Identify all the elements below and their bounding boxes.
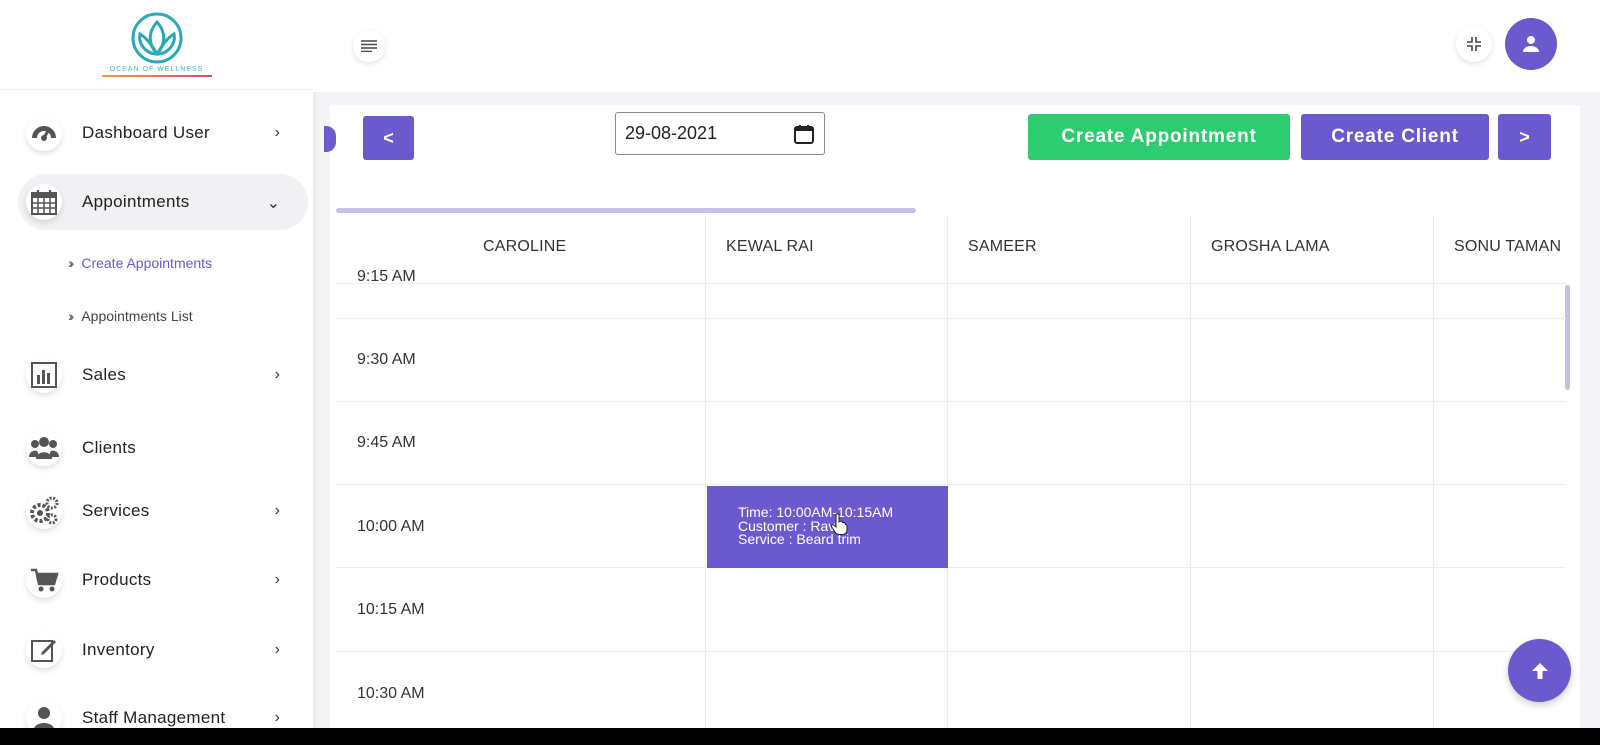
user-avatar-button[interactable] bbox=[1505, 18, 1557, 70]
time-slot-label: 10:15 AM bbox=[357, 601, 425, 618]
user-icon bbox=[1523, 36, 1539, 52]
staff-column-header: GROSHA LAMA bbox=[1211, 238, 1330, 255]
staff-column-header: KEWAL RAI bbox=[726, 238, 814, 255]
chevron-down-icon: ⌄ bbox=[266, 195, 280, 212]
horizontal-scrollbar[interactable] bbox=[336, 208, 916, 213]
sidebar-item-label: Inventory bbox=[82, 640, 155, 659]
prev-day-button[interactable]: < bbox=[363, 116, 414, 160]
double-chevron-icon: ›› bbox=[68, 255, 75, 271]
slot-divider bbox=[336, 484, 1566, 485]
calendar-icon[interactable] bbox=[794, 124, 814, 144]
sidebar-item-label: Services bbox=[82, 501, 150, 520]
bottom-bar bbox=[0, 728, 1600, 745]
brand-name: OCEAN OF WELLNESS bbox=[109, 66, 204, 73]
time-slot-label: 9:15 AM bbox=[357, 268, 416, 285]
slot-divider bbox=[336, 283, 1566, 284]
arrow-up-icon bbox=[1531, 662, 1548, 679]
sidebar: OCEAN OF WELLNESS Dashboard User › Appoi… bbox=[0, 0, 313, 736]
time-slot-label: 9:45 AM bbox=[357, 434, 416, 451]
sidebar-subitem-label: Create Appointments bbox=[81, 255, 213, 271]
scroll-to-top-button[interactable] bbox=[1508, 639, 1571, 702]
sidebar-subitem-label: Appointments List bbox=[81, 308, 193, 324]
staff-column-header: CAROLINE bbox=[483, 238, 567, 255]
double-chevron-icon: ›› bbox=[68, 308, 75, 324]
sidebar-subitem-create-appointments[interactable]: ›› Create Appointments bbox=[68, 255, 212, 271]
gears-icon bbox=[26, 493, 62, 529]
appointment-event[interactable]: Time: 10:00AM-10:15AM Customer : Ravi Se… bbox=[707, 486, 948, 568]
create-client-button[interactable]: Create Client bbox=[1301, 114, 1489, 160]
chevron-right-icon: › bbox=[274, 641, 280, 658]
sidebar-item-dashboard-user[interactable]: Dashboard User › bbox=[18, 105, 308, 161]
sidebar-item-label: Products bbox=[82, 570, 152, 589]
lotus-logo-icon bbox=[131, 12, 182, 64]
chevron-right-icon: › bbox=[274, 571, 280, 588]
fullscreen-exit-button[interactable] bbox=[1456, 26, 1492, 62]
sidebar-item-label: Clients bbox=[82, 438, 137, 457]
chevron-right-icon: › bbox=[274, 124, 280, 141]
chevron-right-icon: › bbox=[274, 709, 280, 726]
next-day-button[interactable]: > bbox=[1498, 114, 1551, 160]
time-slot-label: 10:30 AM bbox=[357, 685, 425, 702]
sidebar-item-appointments[interactable]: Appointments ⌄ bbox=[18, 174, 308, 230]
calendar-icon bbox=[26, 184, 62, 220]
cart-icon bbox=[26, 562, 62, 598]
time-slot-label: 10:00 AM bbox=[357, 518, 425, 535]
appointment-service: Service : Beard trim bbox=[738, 531, 861, 547]
slot-divider bbox=[336, 401, 1566, 402]
app-root: OCEAN OF WELLNESS Dashboard User › Appoi… bbox=[0, 0, 1600, 745]
calendar-panel: < 29-08-2021 Create Appointment Create C… bbox=[324, 105, 1580, 728]
chevron-right-icon: › bbox=[274, 502, 280, 519]
edit-icon bbox=[26, 632, 62, 668]
vertical-scrollbar[interactable] bbox=[1565, 285, 1570, 390]
users-icon bbox=[26, 430, 62, 466]
sidebar-item-inventory[interactable]: Inventory › bbox=[18, 622, 308, 678]
date-field[interactable]: 29-08-2021 bbox=[615, 112, 825, 155]
sidebar-item-label: Staff Management bbox=[82, 708, 226, 727]
brand-underline bbox=[101, 75, 212, 77]
chevron-right-icon: › bbox=[274, 366, 280, 383]
panel-edge-handle bbox=[324, 126, 336, 152]
mouse-pointer-icon bbox=[830, 513, 848, 535]
sidebar-item-label: Sales bbox=[82, 365, 127, 384]
menu-icon bbox=[361, 40, 377, 52]
sidebar-subitem-appointments-list[interactable]: ›› Appointments List bbox=[68, 308, 193, 324]
create-appointment-button[interactable]: Create Appointment bbox=[1028, 114, 1290, 160]
date-value: 29-08-2021 bbox=[625, 123, 718, 143]
sidebar-item-clients[interactable]: Clients bbox=[18, 420, 308, 476]
topbar bbox=[313, 0, 1600, 92]
slot-divider bbox=[336, 318, 1566, 319]
dashboard-icon bbox=[26, 115, 62, 151]
staff-column-header: SONU TAMAN bbox=[1454, 238, 1562, 255]
time-slot-label: 9:30 AM bbox=[357, 351, 416, 368]
slot-divider bbox=[336, 651, 1566, 652]
menu-toggle-button[interactable] bbox=[353, 30, 385, 62]
sidebar-item-products[interactable]: Products › bbox=[18, 552, 308, 608]
sidebar-item-services[interactable]: Services › bbox=[18, 483, 308, 539]
sidebar-item-label: Appointments bbox=[82, 192, 190, 211]
staff-column-header: SAMEER bbox=[968, 238, 1037, 255]
compress-icon bbox=[1467, 37, 1481, 51]
bar-chart-icon bbox=[26, 357, 62, 393]
sidebar-item-sales[interactable]: Sales › bbox=[18, 347, 308, 403]
slot-divider bbox=[336, 567, 1566, 568]
sidebar-item-label: Dashboard User bbox=[82, 123, 210, 142]
brand-logo[interactable]: OCEAN OF WELLNESS bbox=[0, 0, 313, 90]
